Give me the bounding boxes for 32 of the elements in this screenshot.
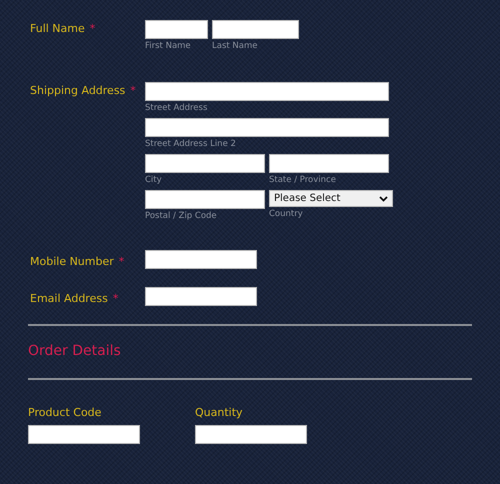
field-label: Mobile Number * bbox=[29, 254, 126, 269]
sublabel: Country bbox=[269, 209, 304, 220]
sublabel: City bbox=[145, 175, 163, 186]
sublabel: Street Address Line 2 bbox=[145, 139, 237, 150]
input-field[interactable] bbox=[28, 425, 140, 444]
sublabel: First Name bbox=[145, 41, 192, 52]
input-field[interactable] bbox=[145, 20, 208, 39]
sublabel: Postal / Zip Code bbox=[145, 211, 218, 222]
input-field[interactable] bbox=[195, 425, 307, 444]
section-heading: Order Details bbox=[28, 342, 122, 361]
input-field[interactable] bbox=[145, 287, 257, 306]
country-dropdown[interactable]: Please Select bbox=[269, 190, 393, 207]
field-label: Quantity bbox=[195, 406, 244, 419]
sublabel: Street Address bbox=[145, 103, 208, 114]
input-field[interactable] bbox=[212, 20, 299, 39]
input-field[interactable] bbox=[145, 118, 389, 137]
input-field[interactable] bbox=[145, 190, 265, 209]
input-field[interactable] bbox=[269, 154, 389, 173]
field-label: Full Name * bbox=[29, 21, 96, 37]
sublabel: Last Name bbox=[212, 41, 258, 52]
chevron-down-icon bbox=[379, 196, 388, 202]
required-asterisk: * bbox=[130, 84, 136, 97]
input-field[interactable] bbox=[145, 154, 265, 173]
field-label: Product Code bbox=[28, 406, 102, 419]
input-field[interactable] bbox=[145, 82, 389, 101]
required-asterisk: * bbox=[112, 292, 118, 305]
required-asterisk: * bbox=[90, 22, 96, 35]
input-field[interactable] bbox=[145, 250, 257, 269]
required-asterisk: * bbox=[118, 255, 124, 268]
field-label: Email Address * bbox=[29, 291, 120, 306]
field-label: Shipping Address * bbox=[29, 83, 137, 99]
sublabel: State / Province bbox=[269, 175, 337, 186]
